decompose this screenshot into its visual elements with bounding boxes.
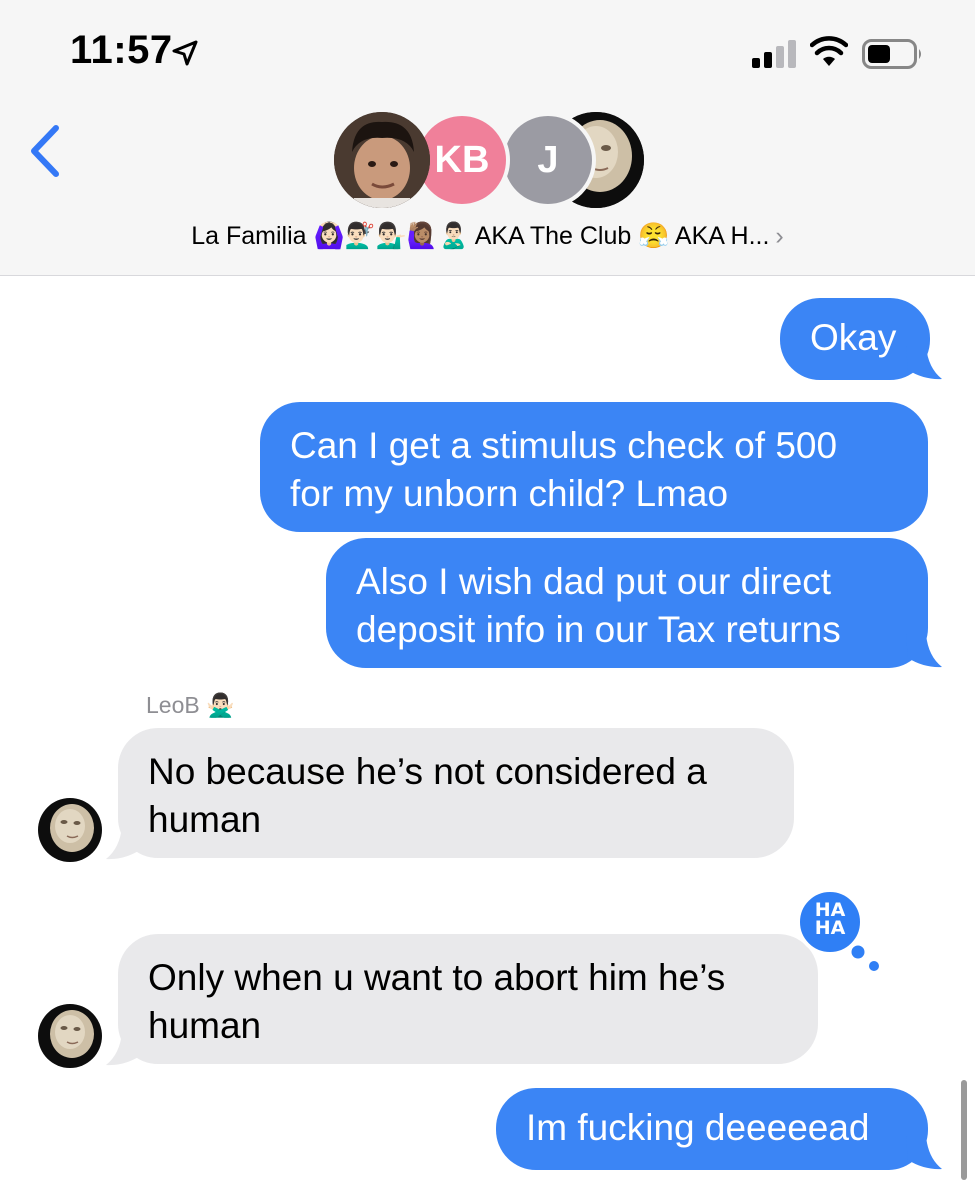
message-text-line: Can I get a stimulus check of 500 xyxy=(290,425,838,466)
bubble-tail xyxy=(906,1136,942,1170)
message-text-line: human xyxy=(148,1005,262,1046)
message-bubble-outgoing[interactable]: Im fucking deeeeead xyxy=(496,1088,928,1170)
message-text-line: for my unborn child? Lmao xyxy=(290,473,729,514)
battery-icon xyxy=(862,39,921,69)
sender-avatar[interactable] xyxy=(38,798,102,862)
message-bubble-outgoing[interactable]: Also I wish dad put our direct deposit i… xyxy=(326,538,928,668)
group-name[interactable]: La Familia 🙆🏻‍♀️💇🏻‍♂️💁🏻‍♂️🙋🏽‍♀️🙎🏻‍♂️ AKA… xyxy=(0,222,975,251)
message-text-line: human xyxy=(148,799,262,840)
message-bubble-outgoing[interactable]: Can I get a stimulus check of 500 for my… xyxy=(260,402,928,532)
sender-name: LeoB 🙅🏻‍♂️ xyxy=(146,692,235,718)
message-text-line: No because he’s not considered a xyxy=(148,751,707,792)
status-time: 11:57 xyxy=(70,28,173,72)
message-text-line: deposit info in our Tax returns xyxy=(356,609,841,650)
avatar-initials-text: J xyxy=(537,138,559,181)
scrollbar[interactable] xyxy=(961,1080,967,1180)
group-name-label: La Familia 🙆🏻‍♀️💇🏻‍♂️💁🏻‍♂️🙋🏽‍♀️🙎🏻‍♂️ AKA… xyxy=(191,222,770,250)
avatar-initials-text: KB xyxy=(434,138,490,181)
avatar-portrait-1 xyxy=(334,112,430,208)
haha-tapback-icon[interactable]: HA HA xyxy=(790,886,886,976)
group-avatars[interactable]: J KB xyxy=(334,112,644,210)
avatar-initials-j: J xyxy=(500,112,596,208)
tapback-text: HA HA xyxy=(815,899,846,939)
bubble-tail xyxy=(906,634,942,668)
back-chevron-icon[interactable] xyxy=(28,124,62,178)
message-text-line: Also I wish dad put our direct xyxy=(356,561,832,602)
chevron-right-icon: › xyxy=(775,222,784,250)
message-text: Im fucking deeeeead xyxy=(526,1107,870,1148)
message-text-line: Only when u want to abort him he’s xyxy=(148,957,726,998)
message-bubble-incoming[interactable]: No because he’s not considered a human xyxy=(118,728,794,858)
conversation-header: 11:57 xyxy=(0,0,975,276)
location-arrow-icon xyxy=(172,40,198,66)
imessage-screen: 11:57 xyxy=(0,0,975,1200)
bubble-tail xyxy=(906,346,942,380)
message-bubble-incoming[interactable]: Only when u want to abort him he’s human xyxy=(118,934,818,1064)
sender-avatar[interactable] xyxy=(38,1004,102,1068)
wifi-icon xyxy=(810,36,848,66)
signal-icon xyxy=(752,40,796,68)
